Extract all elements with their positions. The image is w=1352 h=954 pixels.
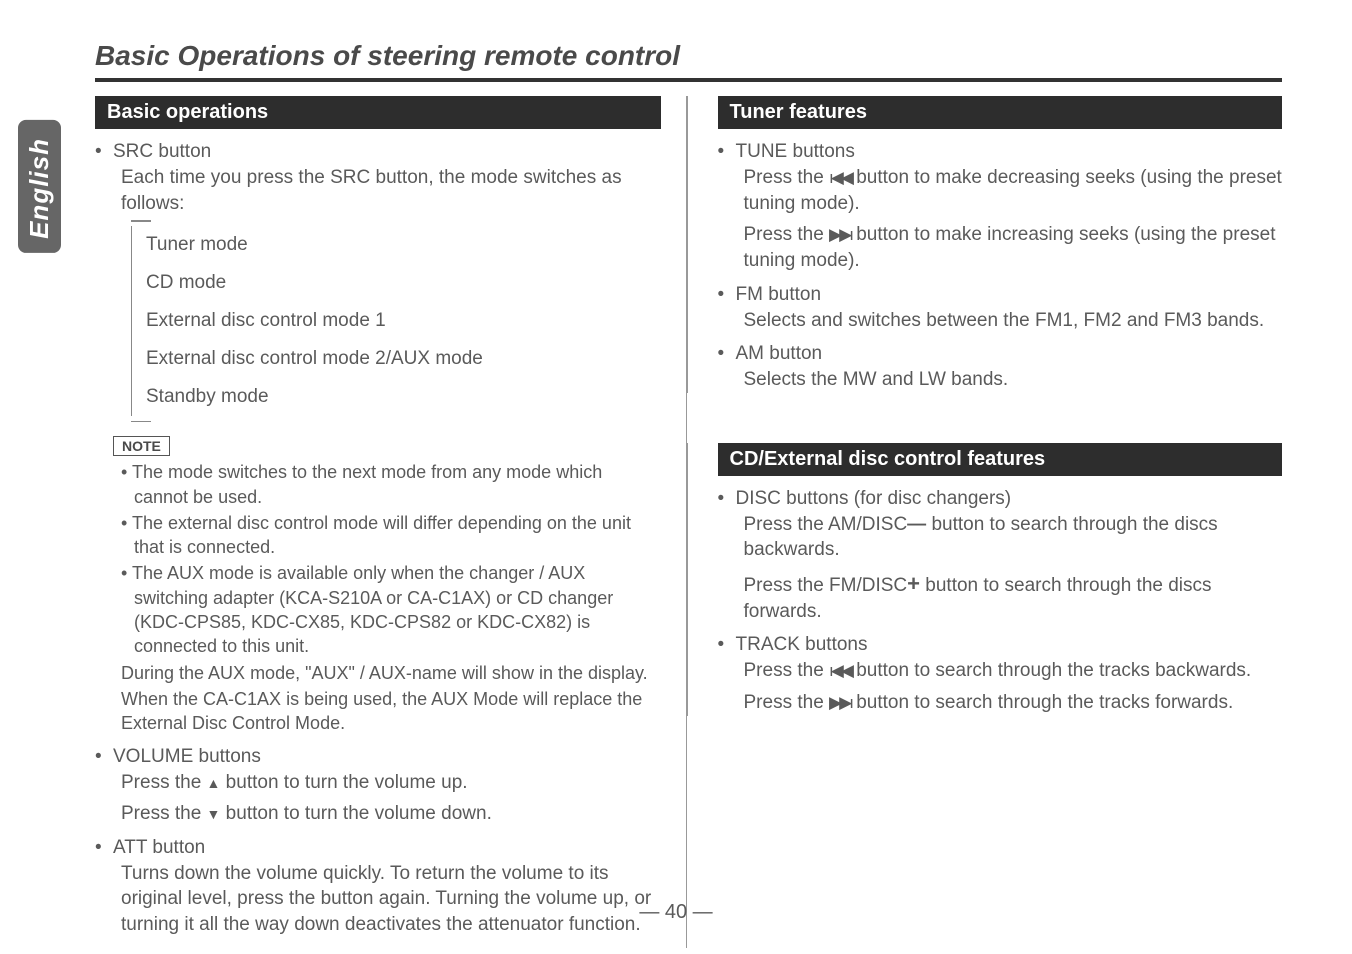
- volume-up-text: Press the button to turn the volume up.: [121, 770, 661, 796]
- minus-icon: [907, 514, 926, 535]
- src-intro: Each time you press the SRC button, the …: [121, 165, 661, 216]
- skip-back-icon: ı◀◀: [829, 167, 851, 190]
- triangle-down-icon: [207, 803, 221, 824]
- mode-item: External disc control mode 1: [132, 302, 661, 340]
- fm-button-heading: •FM button: [718, 284, 1283, 306]
- title-rule: [95, 78, 1282, 82]
- src-button-heading: •SRC button: [95, 141, 661, 163]
- disc-buttons-heading: •DISC buttons (for disc changers): [718, 488, 1283, 510]
- triangle-up-icon: [207, 772, 221, 793]
- mode-item: CD mode: [132, 264, 661, 302]
- note-extra: During the AUX mode, "AUX" / AUX-name wi…: [121, 661, 661, 685]
- att-button-heading: •ATT button: [95, 837, 661, 859]
- fm-body: Selects and switches between the FM1, FM…: [744, 308, 1283, 334]
- section-cd-features: CD/External disc control features: [718, 443, 1283, 476]
- tune-dec-text: Press the ı◀◀ button to make decreasing …: [744, 165, 1283, 216]
- left-column: Basic operations •SRC button Each time y…: [95, 96, 687, 948]
- disc-fwd-text: Press the FM/DISC button to search throu…: [744, 569, 1283, 624]
- volume-buttons-heading: •VOLUME buttons: [95, 746, 661, 768]
- mode-item: External disc control mode 2/AUX mode: [132, 340, 661, 378]
- note-item: • The AUX mode is available only when th…: [121, 561, 661, 658]
- am-body: Selects the MW and LW bands.: [744, 367, 1283, 393]
- tune-inc-text: Press the ▶▶ı button to make increasing …: [744, 222, 1283, 273]
- note-item: • The mode switches to the next mode fro…: [121, 460, 661, 509]
- att-body: Turns down the volume quickly. To return…: [121, 861, 661, 938]
- mode-item: Standby mode: [132, 378, 661, 416]
- track-back-text: Press the ı◀◀ button to search through t…: [744, 658, 1283, 684]
- note-item: • The external disc control mode will di…: [121, 511, 661, 560]
- mode-item: Tuner mode: [132, 226, 661, 264]
- right-column: Tuner features •TUNE buttons Press the ı…: [717, 96, 1283, 948]
- note-label: NOTE: [113, 436, 170, 456]
- skip-forward-icon: ▶▶ı: [829, 224, 851, 247]
- note-list: • The mode switches to the next mode fro…: [121, 460, 661, 735]
- plus-icon: [907, 575, 920, 596]
- volume-down-text: Press the button to turn the volume down…: [121, 801, 661, 827]
- skip-back-icon: ı◀◀: [829, 660, 851, 683]
- track-fwd-text: Press the ▶▶ı button to search through t…: [744, 690, 1283, 716]
- disc-back-text: Press the AM/DISC button to search throu…: [744, 512, 1283, 563]
- tune-buttons-heading: •TUNE buttons: [718, 141, 1283, 163]
- page-title: Basic Operations of steering remote cont…: [95, 40, 1282, 72]
- mode-cycle-list: Tuner mode CD mode External disc control…: [131, 226, 661, 416]
- language-tab: English: [18, 120, 61, 253]
- track-buttons-heading: •TRACK buttons: [718, 634, 1283, 656]
- page-number: — 40 —: [0, 901, 1352, 924]
- section-basic-operations: Basic operations: [95, 96, 661, 129]
- section-tuner-features: Tuner features: [718, 96, 1283, 129]
- note-extra: When the CA-C1AX is being used, the AUX …: [121, 687, 661, 736]
- skip-forward-icon: ▶▶ı: [829, 692, 851, 715]
- am-button-heading: •AM button: [718, 343, 1283, 365]
